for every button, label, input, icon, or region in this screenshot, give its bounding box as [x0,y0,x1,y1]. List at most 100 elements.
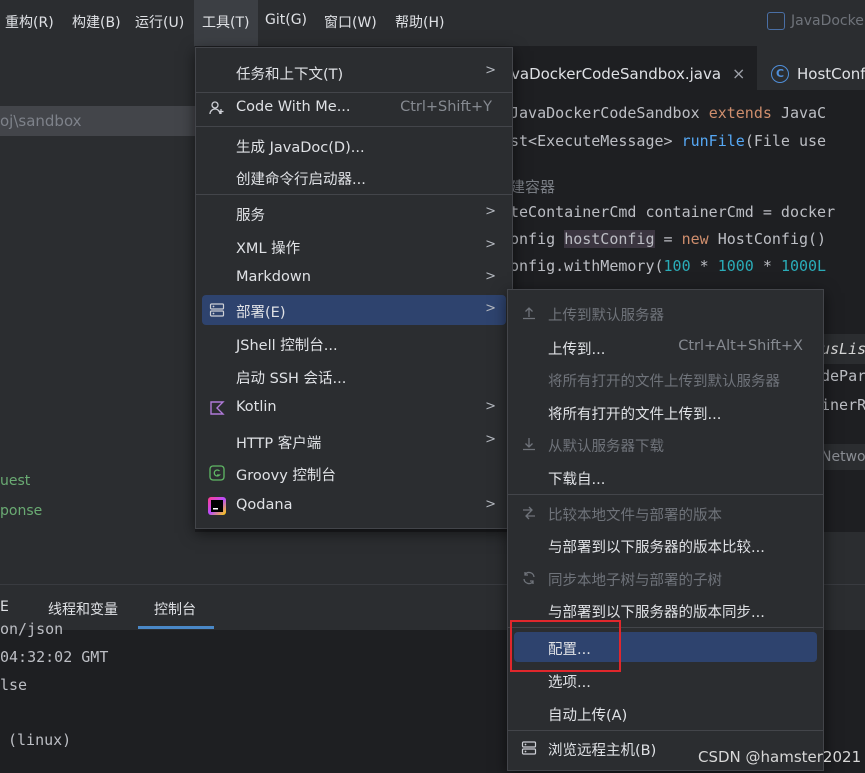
menu-item-label: 生成 JavaDoc(D)... [236,140,365,156]
menu-item-qodana[interactable]: Qodana > [202,491,506,521]
menu-item-label: 同步本地子树与部署的子树 [548,573,722,589]
chevron-right-icon: > [485,301,496,316]
tab-label-hostconfig[interactable]: HostConf [797,65,865,83]
menu-item-markdown[interactable]: Markdown > [202,263,506,293]
tab-console[interactable]: 控制台 [154,599,196,619]
server-icon [208,301,226,319]
tab-threads-variables[interactable]: 线程和变量 [48,599,118,619]
code-token: st<ExecuteMessage> [510,132,682,150]
menu-item-label: 上传到默认服务器 [548,308,664,324]
menu-item-shortcut: Ctrl+Alt+Shift+X [678,338,803,354]
code-line-1: JavaDockerCodeSandbox extends JavaC [510,104,826,122]
code-line-6: onfig.withMemory(100 * 1000 * 1000L [510,257,826,275]
code-token: * [690,257,718,275]
console-line: on/json [0,620,64,638]
menu-git[interactable]: Git(G) [265,12,307,28]
code-token: runFile [681,132,745,150]
chevron-right-icon: > [485,432,496,447]
menu-item-services[interactable]: 服务 > [202,198,506,228]
project-path-text: oj\sandbox [0,112,82,130]
annotation-highlight-box [510,620,621,672]
console-line: (linux) [8,731,72,749]
code-token: * [753,257,781,275]
tab-frames[interactable]: E [0,599,9,615]
code-line-5: onfig hostConfig = new HostConfig() [510,230,826,248]
menu-run[interactable]: 运行(U) [135,12,184,32]
chevron-right-icon: > [485,399,496,414]
menu-item-compare-with[interactable]: 与部署到以下服务器的版本比较... [514,530,817,560]
groovy-icon [208,464,226,482]
menu-item-label: Kotlin [236,399,277,415]
qodana-icon [208,497,226,515]
code-line-2: st<ExecuteMessage> runFile(File use [510,132,826,150]
menu-build[interactable]: 构建(B) [72,12,121,32]
menu-help[interactable]: 帮助(H) [395,12,444,32]
active-tab-indicator [138,626,214,629]
menu-item-upload-to[interactable]: 上传到... Ctrl+Alt+Shift+X [514,332,817,362]
menu-item-upload-all-default: 将所有打开的文件上传到默认服务器 [514,364,817,394]
menu-item-compare-deployed: 比较本地文件与部署的版本 [514,498,817,528]
menu-item-label: 部署(E) [236,305,286,321]
code-token: extends [708,104,781,122]
menu-item-deployment[interactable]: 部署(E) > [202,295,506,325]
menu-item-label: 任务和上下文(T) [236,67,344,83]
deployment-submenu: 上传到默认服务器 上传到... Ctrl+Alt+Shift+X 将所有打开的文… [507,289,824,771]
menu-tools[interactable]: 工具(T) [202,12,249,32]
menu-item-groovy-console[interactable]: Groovy 控制台 [202,458,506,488]
project-icon [767,12,785,30]
chevron-right-icon: > [485,269,496,284]
menu-item-code-with-me[interactable]: Code With Me... Ctrl+Shift+Y [202,93,506,123]
tree-item-request[interactable]: uest [0,473,30,489]
code-token: JavaC [780,104,827,122]
tab-close-icon[interactable]: × [732,64,745,83]
class-icon: C [771,65,789,83]
code-fragment-1: usLis [821,340,865,358]
upload-icon [520,304,538,322]
menu-separator [196,126,512,127]
menu-item-http-client[interactable]: HTTP 客户端 > [202,426,506,456]
tree-item-response[interactable]: ponse [0,503,42,519]
code-token: new [681,230,718,248]
menu-item-sync-subtree: 同步本地子树与部署的子树 [514,563,817,593]
menu-window[interactable]: 窗口(W) [324,12,377,32]
code-fragment-4: Netwo [821,449,865,465]
menu-separator [508,730,823,731]
menu-item-download-from[interactable]: 下载自... [514,462,817,492]
menu-item-label: Markdown [236,269,311,285]
code-token: (File use [744,132,827,150]
console-line: lse [0,676,28,694]
sync-icon [520,569,538,587]
menu-separator [196,194,512,195]
menu-item-label: 下载自... [548,472,606,488]
menu-item-upload-default: 上传到默认服务器 [514,298,817,328]
tab-label-sandbox: vaDockerCodeSandbox.java [511,65,722,83]
menu-item-create-launcher[interactable]: 创建命令行启动器... [202,162,506,192]
code-token: 100 [663,257,691,275]
menu-item-label: 服务 [236,208,265,224]
menu-item-label: 从默认服务器下载 [548,439,664,455]
window-title-text: JavaDocker [791,13,865,29]
window-title: JavaDocker [767,12,865,30]
menu-item-label: JShell 控制台... [236,338,338,354]
menu-item-label: 自动上传(A) [548,708,628,724]
menu-item-tasks-context[interactable]: 任务和上下文(T) > [202,57,506,87]
chevron-right-icon: > [485,204,496,219]
menu-item-auto-upload[interactable]: 自动上传(A) [514,698,817,728]
menu-separator [508,494,823,495]
menu-item-generate-javadoc[interactable]: 生成 JavaDoc(D)... [202,130,506,160]
menu-item-label: Code With Me... [236,99,351,115]
menu-item-kotlin[interactable]: Kotlin > [202,393,506,423]
menu-item-ssh-session[interactable]: 启动 SSH 会话... [202,361,506,391]
menu-item-jshell[interactable]: JShell 控制台... [202,328,506,358]
menu-refactor[interactable]: 重构(R) [5,12,54,32]
code-fragment-3: inerR [821,396,865,414]
code-token: = [654,230,682,248]
console-line: 04:32:02 GMT [0,648,109,666]
menu-item-upload-all-to[interactable]: 将所有打开的文件上传到... [514,397,817,427]
download-icon [520,435,538,453]
menu-item-xml-actions[interactable]: XML 操作 > [202,231,506,261]
code-token: JavaDockerCodeSandbox [510,104,709,122]
menu-item-shortcut: Ctrl+Shift+Y [400,99,492,115]
code-token: onfig [510,230,565,248]
menu-item-label: 比较本地文件与部署的版本 [548,508,722,524]
